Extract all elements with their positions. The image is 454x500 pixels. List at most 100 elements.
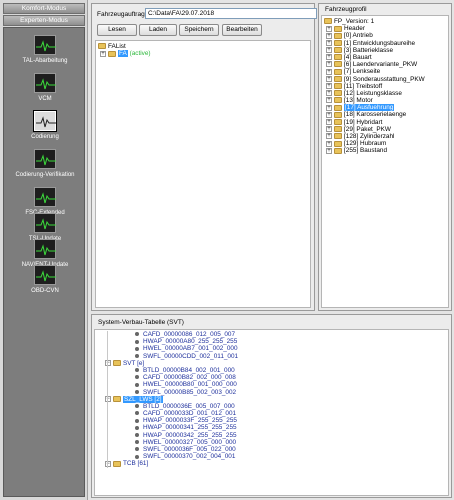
expand-icon[interactable]: + [326,39,332,46]
profil-item-label: [12] Leistungsklasse [344,89,402,97]
profil-item[interactable]: + [6] Laendervariante_PKW [324,61,446,68]
collapse-icon[interactable]: − [105,360,111,367]
expand-icon[interactable]: + [326,54,332,61]
svt-leaf-row[interactable]: SWFL_00000B85_002_003_002 [97,388,446,396]
svt-leaf-row[interactable]: CAFD_00000086_012_005_007 [97,331,446,339]
tool-obd-cvn[interactable]: OBD-CVN [4,261,86,301]
fahrzeugauftrag-label: Fahrzeugauftrag [97,11,145,18]
profil-item-label: [3] Batterieklasse [344,46,394,54]
profil-item[interactable]: + [3] Batterieklasse [324,47,446,54]
tool-vcm[interactable]: VCM [4,69,86,109]
tree-line [107,424,108,432]
profil-item-label: [7] Lenkseite [344,68,381,76]
svt-leaf-label: HWAP_0000033F_255_255_255 [143,417,237,425]
svt-panel: System-Verbau-Tabelle (SVT) CAFD_0000008… [91,314,452,498]
svt-leaf-label: HWEL_00000B80_001_000_000 [143,381,237,389]
profil-item[interactable]: + [128] Zylinderzahl [324,133,446,140]
profil-item[interactable]: + [19] Hybridart [324,119,446,126]
profil-item[interactable]: + [129] Hubraum [324,140,446,147]
tree-row[interactable]: FAList [98,43,308,50]
tree-row[interactable]: FP_Version: 1 [324,18,446,25]
profil-item-label: [19] Hybridart [344,118,383,126]
experten-mode-button[interactable]: Experten-Modus [3,15,85,26]
profil-item[interactable]: + Header [324,25,446,32]
active-status: (active) [129,50,151,58]
svt-node-row[interactable]: − SVT [e] [97,359,446,367]
expand-icon[interactable]: + [326,111,332,118]
tool-codierung-verifikation[interactable]: Codierung-Verifikation [4,145,86,185]
expand-icon[interactable]: + [326,61,332,68]
expand-icon[interactable]: + [326,97,332,104]
svt-node-row[interactable]: − TCB [61] [97,460,446,468]
fahrzeugauftrag-path-input[interactable] [145,8,317,19]
collapse-icon[interactable]: − [105,396,111,402]
tree-line [107,359,108,367]
tree-line [107,381,108,389]
expand-icon[interactable]: + [326,68,332,75]
profil-item[interactable]: + [18] Karosserielaenge [324,111,446,118]
bearbeiten-button[interactable]: Bearbeiten [222,24,262,36]
svt-leaf-row[interactable]: HWAP_0000033F_255_255_255 [97,417,446,425]
svt-leaf-row[interactable]: CAFD_00000B82_002_000_008 [97,374,446,382]
tree-line [107,352,108,360]
svt-leaf-row[interactable]: CAFD_0000033D_001_012_001 [97,410,446,418]
svt-leaf-row[interactable]: HWEL_00000B80_001_000_000 [97,381,446,389]
collapse-icon[interactable]: − [105,460,111,467]
bullet-icon [135,454,139,459]
profil-item[interactable]: + [7] Lenkseite [324,68,446,75]
laden-button[interactable]: Laden [139,24,177,36]
profil-item[interactable]: + [0] Antrieb [324,32,446,39]
profil-item[interactable]: + [255] Baustand [324,147,446,154]
svt-leaf-row[interactable]: HWAP_00000342_255_255_255 [97,431,446,439]
lesen-button[interactable]: Lesen [97,24,137,36]
expand-icon[interactable]: + [326,90,332,97]
profil-item[interactable]: + [12] Leistungsklasse [324,90,446,97]
profil-item[interactable]: + [13] Motor [324,97,446,104]
expand-icon[interactable]: + [100,50,106,57]
svt-leaf-row[interactable]: BTLD_0000036E_005_007_000 [97,402,446,411]
tool-codierung[interactable]: Codierung [4,107,86,147]
svt-node-row[interactable]: − SZL_LWS [2] [97,395,446,403]
svt-leaf-row[interactable]: HWEL_00000AB7_001_002_000 [97,345,446,353]
svt-leaf-row[interactable]: HWAP_00000A80_255_255_255 [97,338,446,346]
folder-icon [334,25,342,32]
tool-panel: TAL-Abarbeitung VCM Codierung Codierung-… [3,27,85,497]
fa-label: FA [118,50,128,58]
monitor-ecg-icon [34,187,56,207]
expand-icon[interactable]: + [326,32,332,39]
expand-icon[interactable]: + [326,118,332,125]
folder-icon [98,43,106,50]
profil-item[interactable]: + [11] Treibstoff [324,83,446,90]
speichern-button[interactable]: Speichern [179,24,219,36]
svt-leaf-row[interactable]: BTLD_00000B84_002_001_000 [97,366,446,375]
tree-line [107,388,108,396]
svt-leaf-row[interactable]: SWFL_0000036F_005_022_000 [97,446,446,454]
expand-icon[interactable]: + [326,75,332,82]
expand-icon[interactable]: + [326,104,332,111]
expand-icon[interactable]: + [326,126,332,133]
profil-item[interactable]: + [29] Paket_PKW [324,126,446,133]
profil-item[interactable]: + [17] Ausfuehrung [324,104,446,112]
profil-item[interactable]: + [4] Bauart [324,54,446,61]
profil-item[interactable]: + [9] Sonderausstattung_PKW [324,76,446,83]
expand-icon[interactable]: + [326,140,332,147]
svt-leaf-row[interactable]: HWEL_00000327_005_000_000 [97,438,446,446]
expand-icon[interactable]: + [326,147,332,154]
expand-icon[interactable]: + [326,83,332,89]
folder-icon [334,97,342,104]
profil-item[interactable]: + [1] Entwicklungsbaureihe [324,40,446,47]
tree-row[interactable]: + FA (active) [98,50,308,58]
fahrzeugauftrag-panel: Fahrzeugauftrag Lesen Laden Speichern Be… [91,3,317,311]
expand-icon[interactable]: + [326,25,332,32]
fa-tree: FAList + FA (active) [95,40,311,308]
svt-leaf-row[interactable]: SWFL_00000370_002_004_001 [97,453,446,461]
folder-icon [334,90,342,97]
expand-icon[interactable]: + [326,47,332,54]
expand-icon[interactable]: + [326,133,332,140]
tool-tal-abarbeitung[interactable]: TAL-Abarbeitung [4,31,86,71]
svt-node-label: TCB [61] [123,460,149,468]
profil-item-label: [29] Paket_PKW [344,125,391,133]
komfort-mode-button[interactable]: Komfort-Modus [3,3,85,14]
svt-leaf-row[interactable]: SWFL_00000CDD_002_011_001 [97,352,446,360]
svt-leaf-row[interactable]: HWAP_00000341_255_255_255 [97,424,446,432]
